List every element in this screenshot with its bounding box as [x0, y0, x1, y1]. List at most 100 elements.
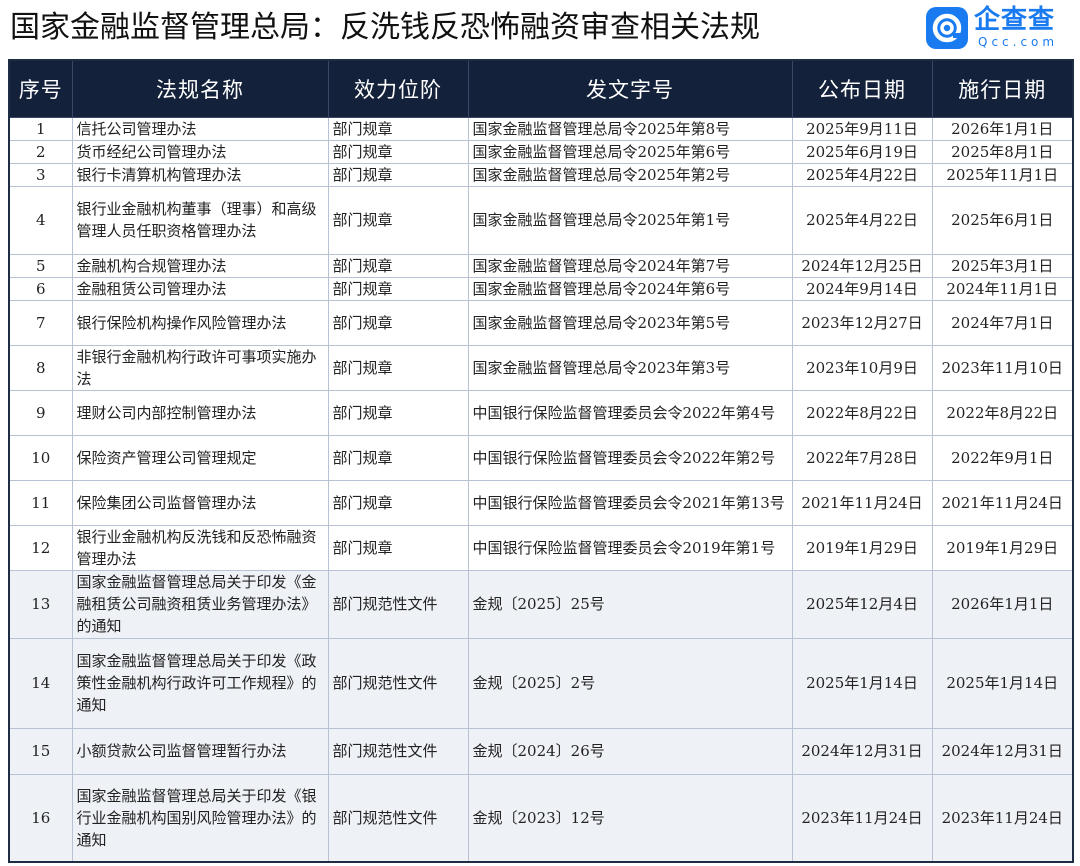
cell-no: 11 [8, 479, 73, 526]
cell-name: 银行保险机构操作风险管理办法 [71, 299, 329, 346]
cell-doc-number: 中国银行保险监督管理委员会令2021年第13号 [467, 479, 793, 526]
cell-doc-number: 国家金融监督管理总局令2025年第1号 [467, 185, 793, 255]
cell-published: 2019年1月29日 [791, 524, 933, 571]
cell-rank: 部门规范性文件 [327, 727, 469, 775]
cell-no: 12 [8, 524, 73, 571]
cell-effective: 2022年9月1日 [931, 434, 1074, 481]
cell-rank: 部门规章 [327, 276, 469, 301]
cell-rank: 部门规章 [327, 524, 469, 571]
cell-no: 14 [8, 637, 73, 729]
cell-doc-number: 国家金融监督管理总局令2024年第6号 [467, 276, 793, 301]
cell-effective: 2025年8月1日 [931, 139, 1074, 164]
cell-no: 8 [8, 344, 73, 391]
cell-effective: 2025年6月1日 [931, 185, 1074, 255]
cell-name: 保险资产管理公司管理规定 [71, 434, 329, 481]
regulations-table: 序号 法规名称 效力位阶 发文字号 公布日期 施行日期 1 信托公司管理办法 部… [8, 59, 1074, 863]
cell-rank: 部门规章 [327, 299, 469, 346]
cell-no: 5 [8, 253, 73, 278]
col-header-published: 公布日期 [791, 59, 933, 118]
cell-effective: 2025年3月1日 [931, 253, 1074, 278]
cell-no: 13 [8, 569, 73, 639]
table-row: 7 银行保险机构操作风险管理办法 部门规章 国家金融监督管理总局令2023年第5… [8, 299, 1074, 346]
col-header-name: 法规名称 [71, 59, 329, 118]
table-row: 5 金融机构合规管理办法 部门规章 国家金融监督管理总局令2024年第7号 20… [8, 253, 1074, 278]
cell-no: 16 [8, 773, 73, 863]
cell-published: 2025年4月22日 [791, 162, 933, 187]
cell-rank: 部门规章 [327, 434, 469, 481]
cell-name: 金融机构合规管理办法 [71, 253, 329, 278]
cell-name: 国家金融监督管理总局关于印发《银行业金融机构国别风险管理办法》的通知 [71, 773, 329, 863]
table-row: 2 货币经纪公司管理办法 部门规章 国家金融监督管理总局令2025年第6号 20… [8, 139, 1074, 164]
cell-effective: 2019年1月29日 [931, 524, 1074, 571]
cell-rank: 部门规章 [327, 479, 469, 526]
table-row: 14 国家金融监督管理总局关于印发《政策性金融机构行政许可工作规程》的通知 部门… [8, 637, 1074, 729]
cell-doc-number: 金规〔2024〕26号 [467, 727, 793, 775]
cell-no: 9 [8, 389, 73, 436]
table-row: 13 国家金融监督管理总局关于印发《金融租赁公司融资租赁业务管理办法》的通知 部… [8, 569, 1074, 639]
cell-doc-number: 国家金融监督管理总局令2025年第2号 [467, 162, 793, 187]
cell-published: 2023年10月9日 [791, 344, 933, 391]
cell-rank: 部门规章 [327, 139, 469, 164]
table-row: 8 非银行金融机构行政许可事项实施办法 部门规章 国家金融监督管理总局令2023… [8, 344, 1074, 391]
cell-published: 2022年7月28日 [791, 434, 933, 481]
cell-published: 2022年8月22日 [791, 389, 933, 436]
col-header-doc: 发文字号 [467, 59, 793, 118]
cell-name: 国家金融监督管理总局关于印发《政策性金融机构行政许可工作规程》的通知 [71, 637, 329, 729]
table-row: 10 保险资产管理公司管理规定 部门规章 中国银行保险监督管理委员会令2022年… [8, 434, 1074, 481]
col-header-no: 序号 [8, 59, 73, 118]
table-row: 4 银行业金融机构董事（理事）和高级管理人员任职资格管理办法 部门规章 国家金融… [8, 185, 1074, 255]
cell-effective: 2022年8月22日 [931, 389, 1074, 436]
cell-rank: 部门规章 [327, 162, 469, 187]
cell-effective: 2025年1月14日 [931, 637, 1074, 729]
cell-name: 保险集团公司监督管理办法 [71, 479, 329, 526]
page-header: 国家金融监督管理总局：反洗钱反恐怖融资审查相关法规 企查查 Qcc.com [0, 0, 1080, 58]
cell-published: 2025年6月19日 [791, 139, 933, 164]
cell-effective: 2023年11月10日 [931, 344, 1074, 391]
cell-effective: 2024年12月31日 [931, 727, 1074, 775]
cell-rank: 部门规范性文件 [327, 569, 469, 639]
cell-published: 2024年9月14日 [791, 276, 933, 301]
cell-rank: 部门规章 [327, 116, 469, 141]
logo-domain: Qcc.com [978, 35, 1059, 49]
cell-no: 10 [8, 434, 73, 481]
cell-doc-number: 国家金融监督管理总局令2025年第8号 [467, 116, 793, 141]
table-row: 11 保险集团公司监督管理办法 部门规章 中国银行保险监督管理委员会令2021年… [8, 479, 1074, 526]
table-row: 3 银行卡清算机构管理办法 部门规章 国家金融监督管理总局令2025年第2号 2… [8, 162, 1074, 187]
table-row: 12 银行业金融机构反洗钱和反恐怖融资管理办法 部门规章 中国银行保险监督管理委… [8, 524, 1074, 571]
qcc-logo: 企查查 Qcc.com [926, 5, 1072, 51]
cell-name: 非银行金融机构行政许可事项实施办法 [71, 344, 329, 391]
cell-name: 银行业金融机构反洗钱和反恐怖融资管理办法 [71, 524, 329, 571]
cell-name: 银行卡清算机构管理办法 [71, 162, 329, 187]
cell-published: 2025年1月14日 [791, 637, 933, 729]
cell-doc-number: 金规〔2025〕2号 [467, 637, 793, 729]
cell-effective: 2021年11月24日 [931, 479, 1074, 526]
table-row: 6 金融租赁公司管理办法 部门规章 国家金融监督管理总局令2024年第6号 20… [8, 276, 1074, 301]
table-row: 16 国家金融监督管理总局关于印发《银行业金融机构国别风险管理办法》的通知 部门… [8, 773, 1074, 863]
cell-doc-number: 中国银行保险监督管理委员会令2022年第2号 [467, 434, 793, 481]
table-row: 1 信托公司管理办法 部门规章 国家金融监督管理总局令2025年第8号 2025… [8, 116, 1074, 141]
cell-doc-number: 金规〔2025〕25号 [467, 569, 793, 639]
cell-doc-number: 国家金融监督管理总局令2025年第6号 [467, 139, 793, 164]
cell-rank: 部门规章 [327, 253, 469, 278]
cell-doc-number: 金规〔2023〕12号 [467, 773, 793, 863]
cell-name: 小额贷款公司监督管理暂行办法 [71, 727, 329, 775]
cell-published: 2025年12月4日 [791, 569, 933, 639]
cell-no: 7 [8, 299, 73, 346]
table-header-row: 序号 法规名称 效力位阶 发文字号 公布日期 施行日期 [8, 59, 1074, 118]
cell-effective: 2026年1月1日 [931, 116, 1074, 141]
table-row: 15 小额贷款公司监督管理暂行办法 部门规范性文件 金规〔2024〕26号 20… [8, 727, 1074, 775]
col-header-rank: 效力位阶 [327, 59, 469, 118]
cell-published: 2023年11月24日 [791, 773, 933, 863]
cell-published: 2024年12月25日 [791, 253, 933, 278]
cell-rank: 部门规章 [327, 344, 469, 391]
cell-no: 3 [8, 162, 73, 187]
cell-doc-number: 国家金融监督管理总局令2024年第7号 [467, 253, 793, 278]
cell-name: 货币经纪公司管理办法 [71, 139, 329, 164]
cell-name: 国家金融监督管理总局关于印发《金融租赁公司融资租赁业务管理办法》的通知 [71, 569, 329, 639]
cell-name: 银行业金融机构董事（理事）和高级管理人员任职资格管理办法 [71, 185, 329, 255]
cell-effective: 2024年11月1日 [931, 276, 1074, 301]
cell-doc-number: 中国银行保险监督管理委员会令2022年第4号 [467, 389, 793, 436]
cell-no: 6 [8, 276, 73, 301]
cell-effective: 2025年11月1日 [931, 162, 1074, 187]
cell-rank: 部门规范性文件 [327, 637, 469, 729]
